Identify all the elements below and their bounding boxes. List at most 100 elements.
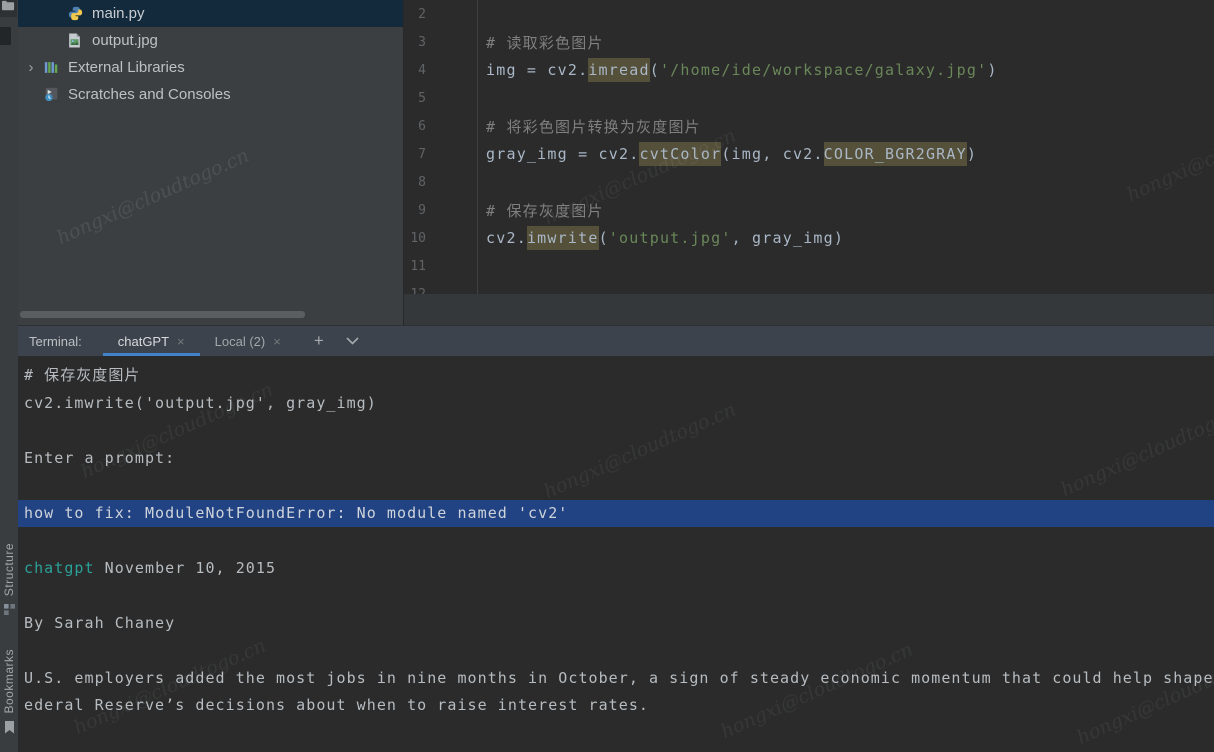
code-highlighted-identifier: imwrite <box>527 226 599 250</box>
code-line[interactable]: 10 cv2.imwrite('output.jpg', gray_img) <box>404 224 1214 252</box>
code-text: # 保存灰度图片 <box>477 200 604 221</box>
structure-label: Structure <box>2 543 16 596</box>
line-number: 5 <box>404 91 477 106</box>
terminal-panel-label: Terminal: <box>18 334 82 349</box>
close-icon[interactable]: × <box>177 334 185 349</box>
terminal-line <box>18 637 1214 665</box>
terminal-line <box>18 417 1214 445</box>
tree-item-scratches[interactable]: Scratches and Consoles <box>18 81 403 108</box>
code-text: # 读取彩色图片 <box>477 32 604 53</box>
line-number: 4 <box>404 63 477 78</box>
code-text: cv2.imwrite('output.jpg', gray_img) <box>477 229 844 247</box>
gutter-separator <box>477 0 478 294</box>
bookmarks-tool-button[interactable]: Bookmarks <box>0 649 18 734</box>
line-number: 11 <box>404 259 477 274</box>
terminal-line <box>18 582 1214 610</box>
code-comment: # 读取彩色图片 <box>486 34 604 52</box>
terminal-line: U.S. employers added the most jobs in ni… <box>18 665 1214 693</box>
code-line[interactable]: 3 # 读取彩色图片 <box>404 28 1214 56</box>
chevron-right-icon[interactable]: › <box>25 60 37 75</box>
close-icon[interactable]: × <box>273 334 281 349</box>
libraries-icon <box>44 60 59 75</box>
code-editor[interactable]: 2 3 # 读取彩色图片 4 img = cv2.imread('/home/i… <box>403 0 1214 325</box>
terminal-line: By Sarah Chaney <box>18 610 1214 638</box>
code-line[interactable]: 8 <box>404 168 1214 196</box>
code-text: gray_img = cv2.cvtColor(img, cv2.COLOR_B… <box>477 145 977 163</box>
bookmarks-label: Bookmarks <box>2 649 16 714</box>
terminal-prompt-label: Enter a prompt: <box>18 445 1214 473</box>
code-highlighted-identifier: imread <box>588 58 649 82</box>
tree-item-output-jpg[interactable]: output.jpg <box>18 27 403 54</box>
terminal-line <box>18 527 1214 555</box>
tree-item-label: main.py <box>92 5 145 22</box>
code-plain: ( <box>599 229 609 247</box>
terminal-line: ederal Reserve’s decisions about when to… <box>18 692 1214 720</box>
code-comment: # 将彩色图片转换为灰度图片 <box>486 118 701 136</box>
line-number: 7 <box>404 147 477 162</box>
code-plain: cv2. <box>486 229 527 247</box>
code-line[interactable]: 4 img = cv2.imread('/home/ide/workspace/… <box>404 56 1214 84</box>
code-line[interactable]: 9 # 保存灰度图片 <box>404 196 1214 224</box>
image-file-icon <box>68 33 83 48</box>
code-plain: ) <box>967 145 977 163</box>
structure-icon <box>3 603 16 616</box>
code-text: # 将彩色图片转换为灰度图片 <box>477 116 701 137</box>
code-string: 'output.jpg' <box>609 229 732 247</box>
code-highlighted-identifier: COLOR_BGR2GRAY <box>824 142 967 166</box>
python-file-icon <box>68 6 83 21</box>
terminal-chat-response-header: chatgpt November 10, 2015 <box>18 555 1214 583</box>
terminal-line: # 保存灰度图片 <box>18 362 1214 390</box>
tool-stripe-slot <box>0 27 11 45</box>
project-tree-panel: main.py output.jpg › External Libraries <box>18 0 403 325</box>
editor-scrollbar-area[interactable] <box>404 294 1214 325</box>
line-number: 3 <box>404 35 477 50</box>
structure-tool-button[interactable]: Structure <box>0 543 18 616</box>
chat-response-date: November 10, 2015 <box>95 559 276 577</box>
terminal-tab-bar: Terminal: chatGPT × Local (2) × + <box>18 325 1214 356</box>
code-string: '/home/ide/workspace/galaxy.jpg' <box>660 61 987 79</box>
terminal-prompt-input-line[interactable]: how to fix: ModuleNotFoundError: No modu… <box>18 500 1214 528</box>
code-line[interactable]: 6 # 将彩色图片转换为灰度图片 <box>404 112 1214 140</box>
code-line[interactable]: 11 <box>404 252 1214 280</box>
line-number: 10 <box>404 231 477 246</box>
code-plain: gray_img = cv2. <box>486 145 639 163</box>
tab-label: chatGPT <box>118 334 169 349</box>
folder-icon <box>2 0 15 11</box>
tab-local-2[interactable]: Local (2) × <box>200 326 296 356</box>
new-terminal-tab-button[interactable]: + <box>308 331 330 351</box>
left-tool-stripe: Structure Bookmarks <box>0 0 18 752</box>
tree-item-label: External Libraries <box>68 59 185 76</box>
code-plain: ( <box>650 61 660 79</box>
line-number: 6 <box>404 119 477 134</box>
code-plain: ) <box>987 61 997 79</box>
terminal-line <box>18 472 1214 500</box>
code-line[interactable]: 12 <box>404 280 1214 294</box>
code-plain: img = cv2. <box>486 61 588 79</box>
line-number: 8 <box>404 175 477 190</box>
ide-window: { "colors": { "panel-bg": "#3c3f41", "st… <box>0 0 1214 752</box>
terminal-tabs-dropdown-button[interactable] <box>340 337 365 345</box>
line-number: 9 <box>404 203 477 218</box>
line-number: 12 <box>404 287 477 295</box>
tree-item-label: Scratches and Consoles <box>68 86 231 103</box>
tab-chatgpt[interactable]: chatGPT × <box>103 326 200 356</box>
editor-viewport: 2 3 # 读取彩色图片 4 img = cv2.imread('/home/i… <box>404 0 1214 294</box>
terminal-output[interactable]: # 保存灰度图片 cv2.imwrite('output.jpg', gray_… <box>18 356 1214 752</box>
code-plain: , gray_img) <box>732 229 845 247</box>
project-tool-button[interactable] <box>0 0 17 17</box>
code-text: img = cv2.imread('/home/ide/workspace/ga… <box>477 61 998 79</box>
tree-item-label: output.jpg <box>92 32 158 49</box>
code-plain: (img, cv2. <box>721 145 823 163</box>
tab-label: Local (2) <box>215 334 266 349</box>
code-line[interactable]: 7 gray_img = cv2.cvtColor(img, cv2.COLOR… <box>404 140 1214 168</box>
code-line[interactable]: 5 <box>404 84 1214 112</box>
active-tab-underline <box>103 353 200 356</box>
code-line[interactable]: 2 <box>404 0 1214 28</box>
project-horizontal-scrollbar[interactable] <box>20 311 305 318</box>
line-number: 2 <box>404 7 477 22</box>
bookmark-icon <box>4 721 15 734</box>
tree-item-main-py[interactable]: main.py <box>18 0 403 27</box>
terminal-line: cv2.imwrite('output.jpg', gray_img) <box>18 390 1214 418</box>
tree-item-external-libraries[interactable]: › External Libraries <box>18 54 403 81</box>
chevron-down-icon <box>346 337 359 345</box>
